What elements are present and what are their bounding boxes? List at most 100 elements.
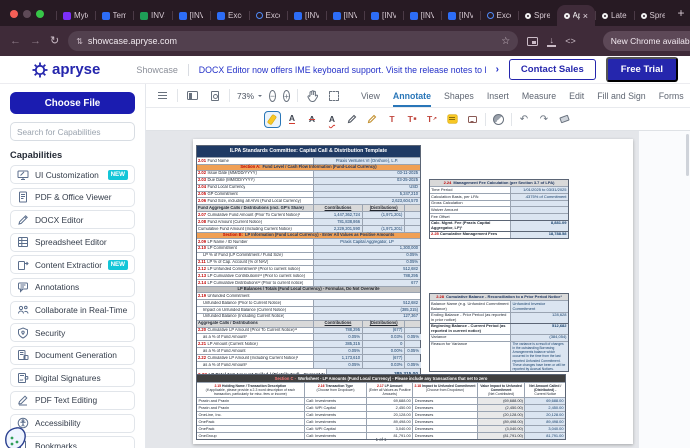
worksheet-cell[interactable]: Praxin and Praxin xyxy=(197,398,304,404)
worksheet-cell[interactable]: Call: Investments xyxy=(304,398,367,404)
worksheet-cell[interactable]: 3,040.00 xyxy=(524,426,565,432)
value-cell[interactable]: 128,628 xyxy=(510,313,568,323)
worksheet-cell[interactable]: OnePack xyxy=(197,426,304,432)
contributions-cell[interactable]: 385,315 xyxy=(313,341,362,347)
address-bar[interactable]: ⇅ showcase.apryse.com ☆ xyxy=(68,31,518,51)
browser-tab[interactable]: Ap× xyxy=(557,5,596,26)
value-cell[interactable]: Praxis Ventures VI (Onshore), L.P. xyxy=(313,158,420,164)
value-cell[interactable]: (384,054) xyxy=(510,335,568,341)
sidebar-item-digital-signatures[interactable]: Digital Signatures xyxy=(10,368,135,387)
free-trial-button[interactable]: Free Trial xyxy=(606,57,678,82)
zoom-in-button[interactable]: + xyxy=(283,90,290,102)
pct-cell[interactable] xyxy=(404,341,420,347)
pct-cell[interactable] xyxy=(404,219,420,225)
sidebar-item-document-generation[interactable]: Document Generation xyxy=(10,346,135,365)
worksheet-cell[interactable]: 20,128.00 xyxy=(366,412,412,418)
sidebar-item-security[interactable]: Security xyxy=(10,323,135,342)
value-cell[interactable]: (385,315) xyxy=(313,307,420,313)
announcement-banner[interactable]: DOCX Editor now offers IME keyboard supp… xyxy=(199,65,486,75)
distributions-cell[interactable] xyxy=(362,219,404,225)
marquee-select-icon[interactable] xyxy=(327,88,342,103)
browser-tab[interactable]: [INVS xyxy=(403,5,442,26)
browser-tab[interactable]: Excel xyxy=(480,5,519,26)
strikeout-tool-icon[interactable]: A xyxy=(305,112,320,127)
distributions-cell[interactable]: 0.00% xyxy=(362,348,404,354)
site-settings-icon[interactable]: ⇅ xyxy=(76,37,82,46)
worksheet-cell[interactable]: 69,688.00 xyxy=(366,398,412,404)
value-cell[interactable]: USD xyxy=(313,185,420,191)
bookmark-star-icon[interactable]: ☆ xyxy=(501,36,510,47)
sidebar-item-annotations[interactable]: Annotations xyxy=(10,278,135,297)
sidebar-item-ui-customization[interactable]: UI CustomizationNEW xyxy=(10,165,135,184)
value-cell[interactable] xyxy=(510,201,568,207)
browser-tab[interactable]: [INVS xyxy=(172,5,211,26)
style-picker-icon[interactable] xyxy=(491,112,506,127)
ribbon-tab-fill-and-sign[interactable]: Fill and Sign xyxy=(597,84,645,107)
worksheet-cell[interactable]: 69,688.00 xyxy=(524,398,565,404)
worksheet-cell[interactable]: Decreases xyxy=(412,419,476,425)
distributions-cell[interactable]: (677) xyxy=(362,328,404,334)
menu-icon[interactable] xyxy=(155,88,170,103)
browser-tab[interactable]: [INVS xyxy=(326,5,365,26)
comment-bubble-tool-icon[interactable] xyxy=(465,112,480,127)
worksheet-cell[interactable]: Decreases xyxy=(412,398,476,404)
announcement-chevron-icon[interactable]: › xyxy=(496,64,499,75)
worksheet-cell[interactable]: 3,040.00 xyxy=(366,426,412,432)
browser-tab[interactable]: Excel xyxy=(249,5,288,26)
search-capabilities-input[interactable] xyxy=(10,122,135,141)
pan-hand-icon[interactable] xyxy=(305,88,320,103)
sidebar-item-docx-editor[interactable]: DOCX Editor xyxy=(10,210,135,229)
ribbon-tab-shapes[interactable]: Shapes xyxy=(444,84,474,107)
left-panel-toggle-icon[interactable] xyxy=(185,88,200,103)
page-navigation-icon[interactable] xyxy=(207,88,222,103)
value-cell[interactable]: 5,247,210 xyxy=(313,192,420,198)
contributions-cell[interactable]: 788,295 xyxy=(313,328,362,334)
sidebar-item-bookmarks[interactable]: Bookmarks xyxy=(10,436,135,448)
pct-cell[interactable]: 0.05% xyxy=(404,334,421,340)
redo-icon[interactable]: ↷ xyxy=(537,112,552,127)
pct-cell[interactable] xyxy=(404,226,420,232)
close-window-button[interactable] xyxy=(10,10,18,18)
ribbon-tab-insert[interactable]: Insert xyxy=(487,84,509,107)
value-cell[interactable]: 1/01/2025 to 03/31/2025 xyxy=(510,187,568,193)
ribbon-tab-annotate[interactable]: Annotate xyxy=(393,84,431,107)
underline-tool-icon[interactable]: A xyxy=(285,112,300,127)
value-cell[interactable]: 0.05% xyxy=(313,260,420,266)
value-cell[interactable]: 0.05% xyxy=(313,253,420,259)
value-cell[interactable]: 512,682 xyxy=(313,300,420,306)
worksheet-cell[interactable]: (2,450.00) xyxy=(477,405,525,411)
browser-tab[interactable]: Latest xyxy=(595,5,634,26)
worksheet-cell[interactable]: Decreases xyxy=(412,412,476,418)
squiggly-tool-icon[interactable]: A xyxy=(325,112,340,127)
value-cell[interactable]: The variance is a result of changes in t… xyxy=(510,342,568,372)
reload-button[interactable]: ↻ xyxy=(50,36,59,47)
worksheet-cell[interactable]: 89,498.00 xyxy=(524,419,565,425)
contributions-cell[interactable]: 0.05% xyxy=(313,334,362,340)
sidebar-item-spreadsheet-editor[interactable]: Spreadsheet Editor xyxy=(10,233,135,252)
worksheet-cell[interactable]: 2,450.00 xyxy=(524,405,565,411)
pct-cell[interactable] xyxy=(404,328,420,334)
ribbon-tab-forms[interactable]: Forms xyxy=(659,84,684,107)
sidebar-item-pdf-office-viewer[interactable]: PDF & Office Viewer xyxy=(10,188,135,207)
browser-tab[interactable]: Mytea xyxy=(56,5,95,26)
document-scroll-area[interactable]: apryse ILPA Standards Committee: Capital… xyxy=(146,131,638,448)
browser-tab[interactable]: [INVS xyxy=(364,5,403,26)
browser-tab[interactable]: Temp xyxy=(95,5,134,26)
value-cell[interactable]: Praxis Capital Aggregator, LP xyxy=(313,239,420,245)
picture-in-picture-icon[interactable] xyxy=(527,37,538,46)
distributions-cell[interactable]: 0 xyxy=(362,341,404,347)
back-button[interactable]: ← xyxy=(10,36,21,47)
pct-cell[interactable]: 0.05% xyxy=(404,362,421,368)
free-text-tool-icon[interactable]: T xyxy=(385,112,400,127)
sidebar-item-collaborate-in-real-time[interactable]: Collaborate in Real-Time xyxy=(10,301,135,320)
worksheet-cell[interactable]: 89,498.00 xyxy=(366,419,412,425)
new-chrome-available-button[interactable]: New Chrome available ⋮ xyxy=(603,31,690,51)
sidebar-item-content-extraction[interactable]: Content ExtractionNEW xyxy=(10,255,135,274)
devtools-code-icon[interactable]: <> xyxy=(565,36,576,46)
highlight-tool-icon[interactable] xyxy=(265,112,280,127)
value-cell[interactable]: 8,881.09 xyxy=(510,221,568,231)
new-tab-button[interactable]: + xyxy=(672,4,690,22)
sticky-note-tool-icon[interactable] xyxy=(445,112,460,127)
distributions-cell[interactable]: (1,971,201) xyxy=(362,226,404,232)
freehand-highlight-tool-icon[interactable] xyxy=(365,112,380,127)
